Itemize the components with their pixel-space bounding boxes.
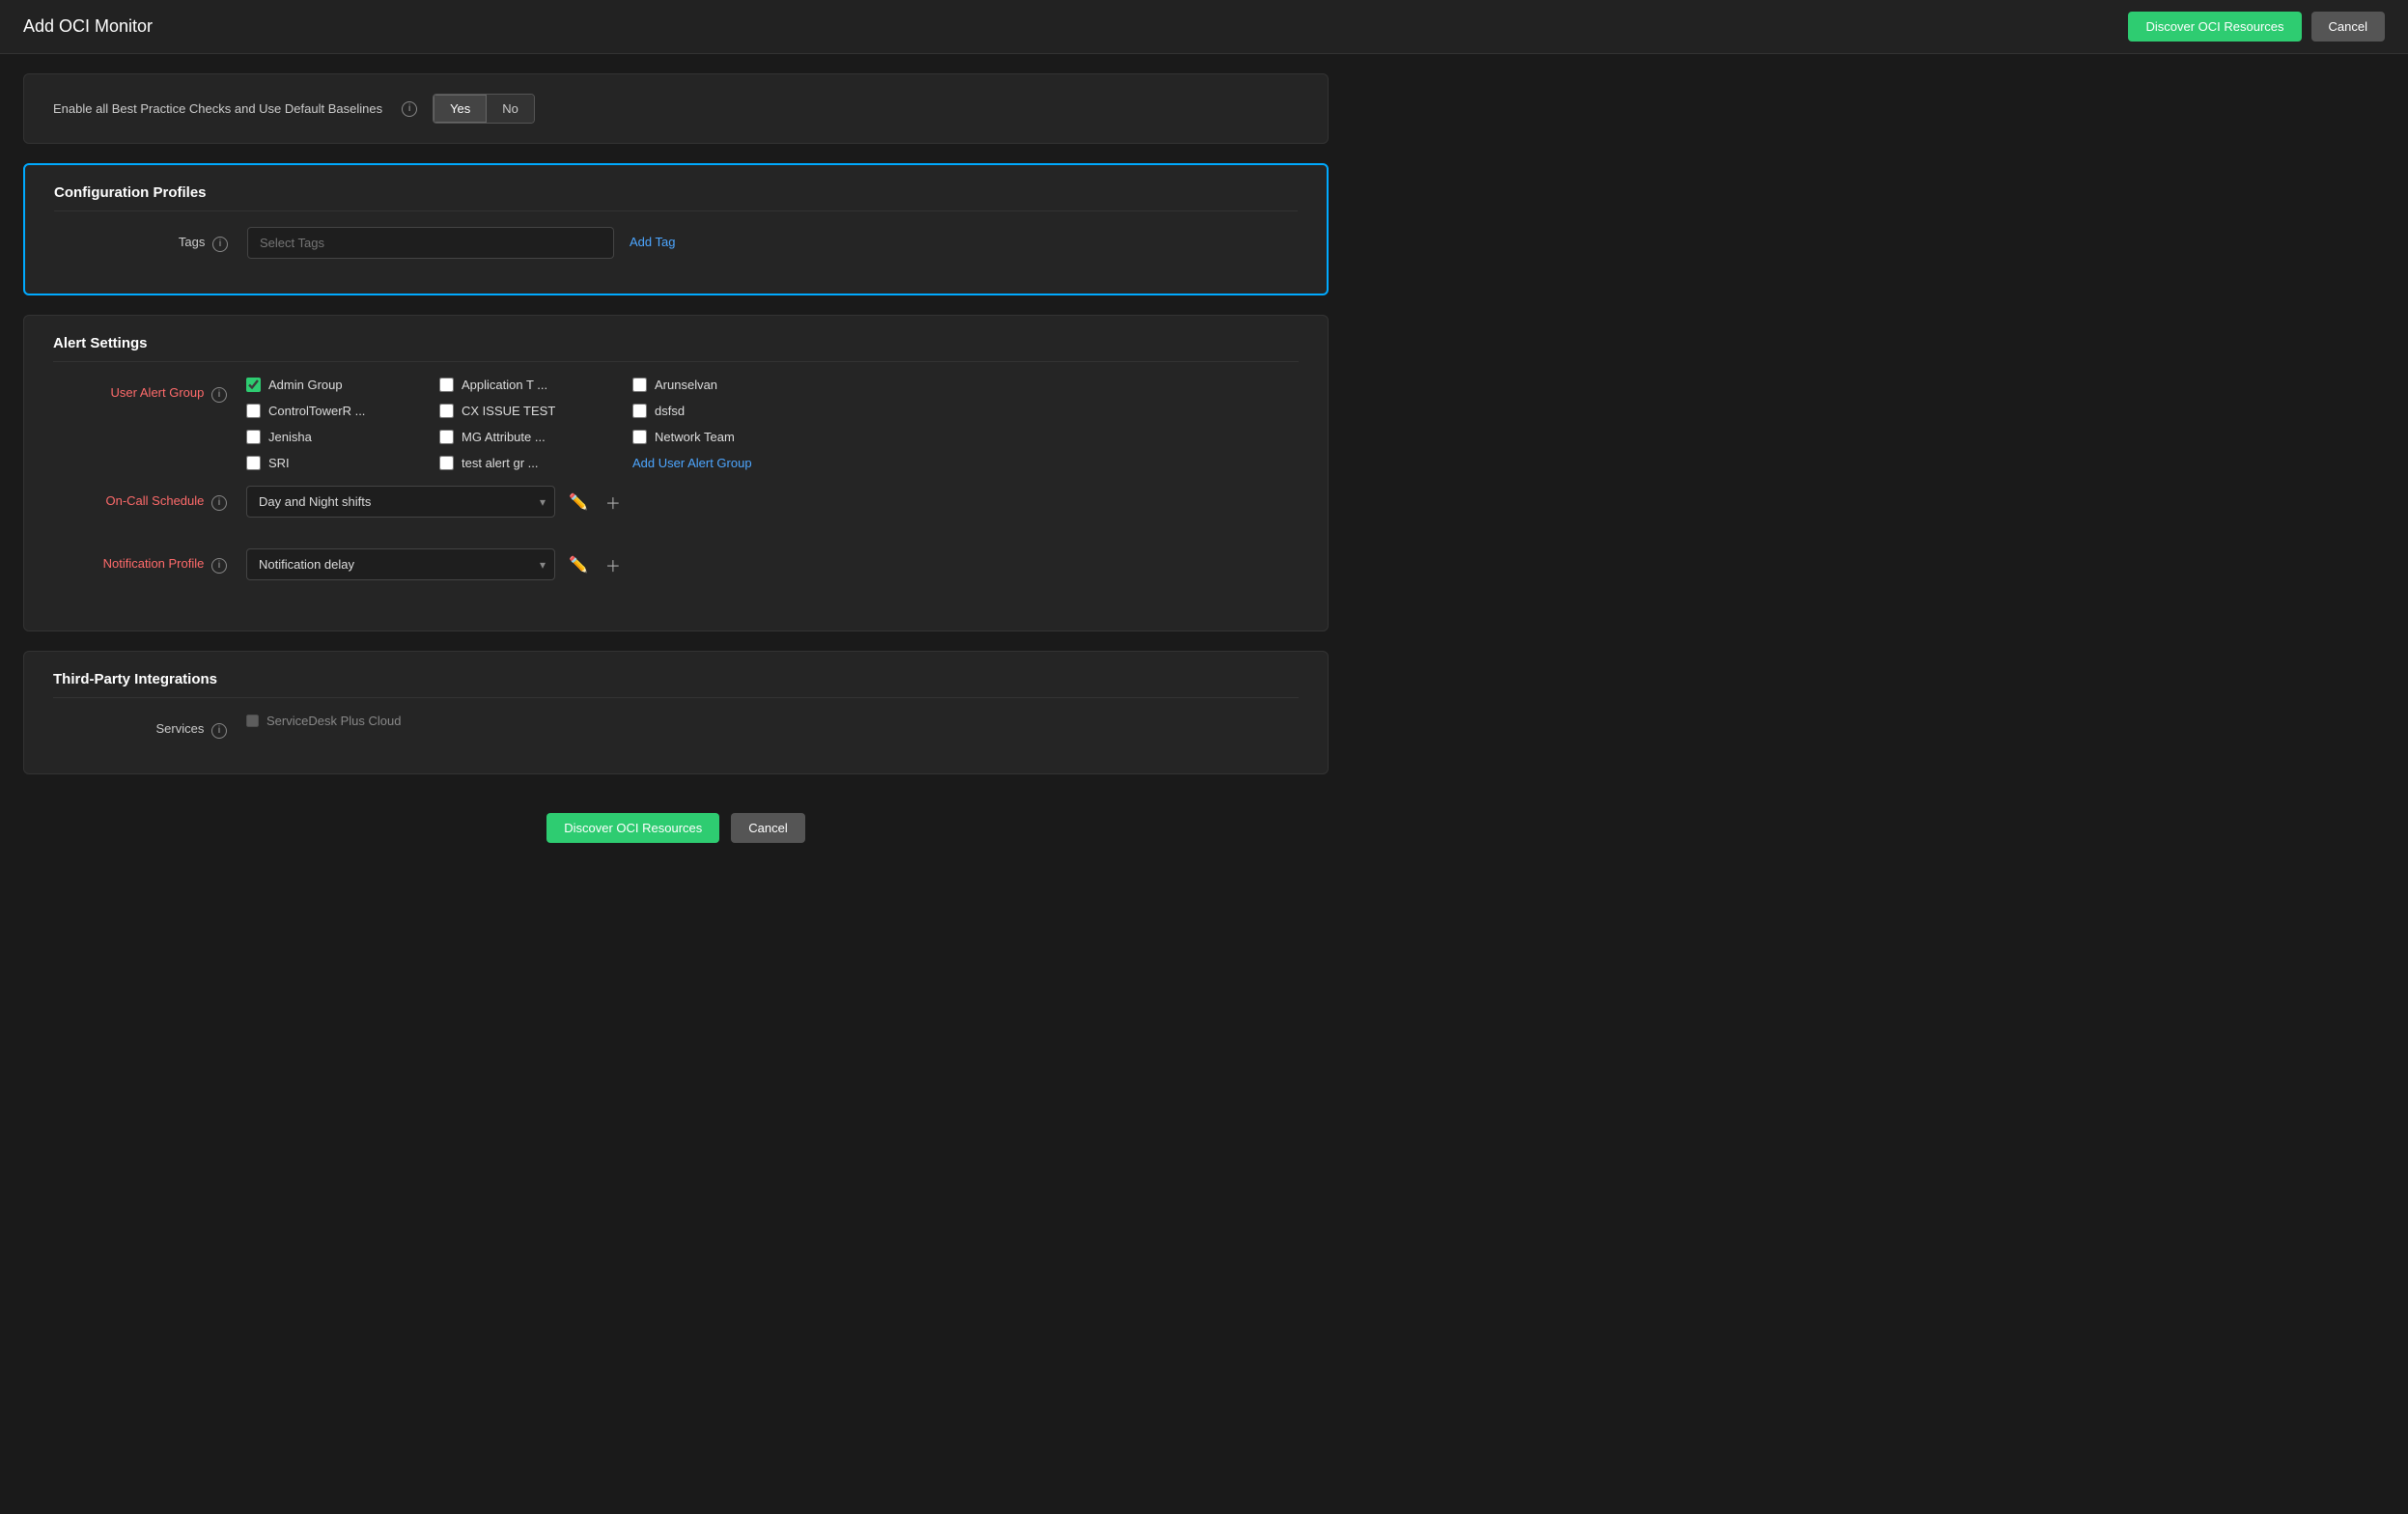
third-party-title: Third-Party Integrations [53, 671, 1299, 698]
best-practice-section: Enable all Best Practice Checks and Use … [23, 73, 1329, 144]
checkbox-jenisha[interactable]: Jenisha [246, 430, 439, 444]
on-call-dropdown-row: Day and Night shifts ✏️ ＋ [246, 486, 625, 518]
user-alert-group-label: User Alert Group i [53, 378, 246, 403]
servicedesk-checkbox [246, 715, 259, 727]
yes-button[interactable]: Yes [434, 95, 487, 123]
notification-edit-button[interactable]: ✏️ [565, 551, 592, 578]
user-alert-info-icon[interactable]: i [211, 387, 227, 403]
main-content: Enable all Best Practice Checks and Use … [0, 54, 1352, 882]
checkbox-application[interactable]: Application T ... [439, 378, 632, 392]
best-practice-row: Enable all Best Practice Checks and Use … [53, 94, 1299, 124]
on-call-schedule-row: On-Call Schedule i Day and Night shifts … [53, 486, 1299, 533]
services-row: Services i ServiceDesk Plus Cloud [53, 714, 1299, 739]
checkbox-networkteam[interactable]: Network Team [632, 430, 826, 444]
tags-row: Tags i Add Tag [54, 227, 1298, 259]
tags-input[interactable] [247, 227, 614, 259]
checkbox-sri[interactable]: SRI [246, 456, 439, 470]
checkbox-admin-group[interactable]: Admin Group [246, 378, 439, 392]
on-call-edit-button[interactable]: ✏️ [565, 489, 592, 516]
notification-info-icon[interactable]: i [211, 558, 227, 574]
checkbox-cxissue[interactable]: CX ISSUE TEST [439, 404, 632, 418]
config-profiles-title: Configuration Profiles [54, 184, 1298, 211]
notification-dropdown-row: Notification delay ✏️ ＋ [246, 548, 625, 580]
bottom-actions: Discover OCI Resources Cancel [23, 794, 1329, 862]
notification-add-button[interactable]: ＋ [602, 549, 625, 580]
notification-profile-select[interactable]: Notification delay [246, 548, 555, 580]
tags-info-icon[interactable]: i [212, 237, 228, 252]
page-header: Add OCI Monitor Discover OCI Resources C… [0, 0, 2408, 54]
page-title: Add OCI Monitor [23, 16, 153, 37]
discover-oci-header-button[interactable]: Discover OCI Resources [2128, 12, 2301, 42]
cancel-bottom-button[interactable]: Cancel [731, 813, 804, 843]
service-row: ServiceDesk Plus Cloud [246, 714, 401, 728]
discover-oci-bottom-button[interactable]: Discover OCI Resources [546, 813, 719, 843]
checkbox-arunselvan[interactable]: Arunselvan [632, 378, 826, 392]
best-practice-label: Enable all Best Practice Checks and Use … [53, 101, 382, 116]
alert-settings-title: Alert Settings [53, 335, 1299, 362]
notification-dropdown-wrapper: Notification delay [246, 548, 555, 580]
notification-profile-row: Notification Profile i Notification dela… [53, 548, 1299, 596]
user-alert-group-row: User Alert Group i Admin Group Applicati… [53, 378, 1299, 470]
alert-settings-section: Alert Settings User Alert Group i Admin … [23, 315, 1329, 631]
best-practice-info-icon[interactable]: i [402, 101, 417, 117]
cancel-header-button[interactable]: Cancel [2311, 12, 2385, 42]
add-user-alert-group-link[interactable]: Add User Alert Group [632, 456, 826, 470]
on-call-info-icon[interactable]: i [211, 495, 227, 511]
checkbox-testalert[interactable]: test alert gr ... [439, 456, 632, 470]
on-call-schedule-select[interactable]: Day and Night shifts [246, 486, 555, 518]
notification-profile-label: Notification Profile i [53, 548, 246, 574]
config-profiles-section: Configuration Profiles Tags i Add Tag [23, 163, 1329, 295]
add-tag-link[interactable]: Add Tag [630, 227, 675, 249]
third-party-section: Third-Party Integrations Services i Serv… [23, 651, 1329, 774]
services-info-icon[interactable]: i [211, 723, 227, 739]
checkbox-mgattribute[interactable]: MG Attribute ... [439, 430, 632, 444]
tags-label: Tags i [54, 227, 247, 252]
checkbox-dsfsd[interactable]: dsfsd [632, 404, 826, 418]
yes-no-toggle: Yes No [433, 94, 535, 124]
no-button[interactable]: No [487, 95, 534, 123]
servicedesk-label: ServiceDesk Plus Cloud [266, 714, 401, 728]
checkboxes-container: Admin Group Application T ... Arunselvan… [246, 378, 1299, 470]
services-label: Services i [53, 714, 246, 739]
on-call-add-button[interactable]: ＋ [602, 487, 625, 518]
on-call-schedule-label: On-Call Schedule i [53, 486, 246, 511]
checkbox-controltower[interactable]: ControlTowerR ... [246, 404, 439, 418]
checkboxes-area: Admin Group Application T ... Arunselvan… [246, 378, 1299, 470]
header-actions: Discover OCI Resources Cancel [2128, 12, 2385, 42]
on-call-dropdown-wrapper: Day and Night shifts [246, 486, 555, 518]
